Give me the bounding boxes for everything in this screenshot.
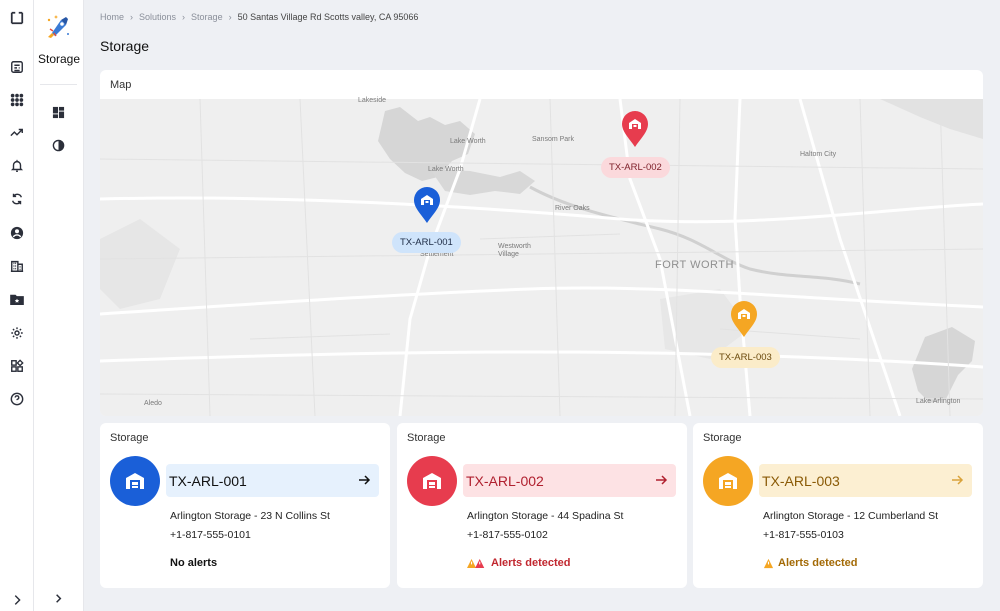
app-logo-icon[interactable] (9, 10, 25, 26)
map-label-sansom-park: Sansom Park (532, 136, 575, 143)
arrow-right-icon[interactable] (654, 473, 668, 487)
icon-rail (0, 0, 34, 611)
widgets-icon[interactable] (9, 358, 25, 374)
storage-card-address: Arlington Storage - 23 N Collins St (170, 510, 330, 522)
breadcrumb: Home › Solutions › Storage › 50 Santas V… (100, 12, 418, 22)
map-pin-label-tx-arl-003[interactable]: TX-ARL-003 (711, 347, 780, 368)
folder-star-icon[interactable] (9, 291, 25, 307)
storage-card-alert-text: No alerts (170, 557, 218, 569)
map-pin-tx-arl-001[interactable] (412, 186, 442, 224)
storage-card-code: TX-ARL-003 (762, 472, 840, 489)
breadcrumb-chevron-icon: › (130, 12, 134, 22)
storage-card-alert-status: Alerts detected (763, 557, 857, 569)
breadcrumb-chevron-icon: › (228, 12, 232, 22)
map-label-river-oaks: River Oaks (555, 205, 590, 212)
sidebar-divider (40, 84, 77, 85)
secondary-sidebar: Storage (34, 0, 84, 611)
storage-card-title-bar[interactable]: TX-ARL-003 (759, 464, 972, 497)
warehouse-icon (110, 456, 160, 506)
warehouse-pin-icon (622, 111, 648, 147)
storage-card-tx-arl-003[interactable]: Storage TX-ARL-003 Arlington Storage - 1… (693, 423, 983, 588)
layout-icon[interactable] (52, 106, 66, 120)
collapse-chevron-icon[interactable] (52, 592, 66, 606)
map-view[interactable]: Lakeside Lake Worth Lake Worth Sansom Pa… (100, 97, 983, 416)
map-pin-tx-arl-003[interactable] (729, 300, 759, 338)
map-pin-label-tx-arl-001[interactable]: TX-ARL-001 (392, 232, 461, 253)
map-label-lake-worth: Lake Worth (450, 138, 486, 145)
arrow-right-icon[interactable] (950, 473, 964, 487)
warehouse-icon (407, 456, 457, 506)
breadcrumb-storage[interactable]: Storage (191, 12, 223, 22)
storage-card-title-bar[interactable]: TX-ARL-002 (463, 464, 676, 497)
storage-card-header: Storage (407, 432, 446, 444)
map-label-haltom-city: Haltom City (800, 151, 837, 158)
storage-card-alert-text: Alerts detected (778, 557, 858, 569)
help-icon[interactable] (9, 391, 25, 407)
map-label-westworth-village: Westworth Village (498, 243, 531, 258)
storage-card-tx-arl-002[interactable]: Storage TX-ARL-002 Arlington Storage - 4… (397, 423, 687, 588)
contrast-icon[interactable] (52, 139, 66, 153)
map-pin-label-tx-arl-002[interactable]: TX-ARL-002 (601, 157, 670, 178)
storage-card-phone: +1-817-555-0103 (763, 529, 844, 541)
storage-card-header: Storage (110, 432, 149, 444)
storage-card-phone: +1-817-555-0101 (170, 529, 251, 541)
storage-card-code: TX-ARL-002 (466, 472, 544, 489)
breadcrumb-solutions[interactable]: Solutions (139, 12, 176, 22)
settings-gear-icon[interactable] (9, 325, 25, 341)
map-pin-tx-arl-002[interactable] (620, 110, 650, 148)
storage-card-header: Storage (703, 432, 742, 444)
sync-icon[interactable] (9, 191, 25, 207)
warehouse-pin-icon (731, 301, 757, 337)
main-content: Home › Solutions › Storage › 50 Santas V… (84, 0, 1000, 611)
warning-triangles-icon (467, 558, 485, 568)
storage-card-title-bar[interactable]: TX-ARL-001 (166, 464, 379, 497)
breadcrumb-chevron-icon: › (182, 12, 186, 22)
warehouse-pin-icon (414, 187, 440, 223)
warehouse-icon (703, 456, 753, 506)
trend-icon[interactable] (9, 125, 25, 141)
storage-card-code: TX-ARL-001 (169, 472, 247, 489)
map-card: Map Lakeside Lake Worth Lake Worth Sanso… (100, 70, 983, 416)
arrow-right-icon[interactable] (357, 473, 371, 487)
breadcrumb-current: 50 Santas Village Rd Scotts valley, CA 9… (237, 12, 419, 22)
map-label-lakeside: Lakeside (358, 97, 387, 104)
storage-module-logo-icon (43, 12, 73, 42)
map-label-lake-worth-small: Lake Worth (428, 166, 464, 173)
storage-card-alert-status: Alerts detected (467, 557, 570, 569)
expand-chevron-icon[interactable] (9, 592, 25, 608)
map-basemap (100, 99, 983, 416)
building-icon[interactable] (9, 258, 25, 274)
apps-grid-icon[interactable] (9, 92, 25, 108)
breadcrumb-home[interactable]: Home (100, 12, 124, 22)
map-label-lake-arlington: Lake Arlington (916, 398, 961, 405)
dashboard-icon[interactable] (9, 59, 25, 75)
storage-card-address: Arlington Storage - 44 Spadina St (467, 510, 624, 522)
page-title: Storage (100, 38, 150, 54)
storage-card-address: Arlington Storage - 12 Cumberland St (763, 510, 939, 522)
storage-card-tx-arl-001[interactable]: Storage TX-ARL-001 Arlington Storage - 2… (100, 423, 390, 588)
user-circle-icon[interactable] (9, 225, 25, 241)
storage-card-phone: +1-817-555-0102 (467, 529, 548, 541)
bell-alert-icon[interactable] (9, 158, 25, 174)
storage-card-alert-status: No alerts (170, 557, 217, 569)
sidebar-title: Storage (37, 52, 81, 66)
map-card-title: Map (110, 79, 132, 91)
map-label-aledo: Aledo (144, 400, 162, 407)
storage-card-alert-text: Alerts detected (491, 557, 571, 569)
map-label-fort-worth: FORT WORTH (655, 259, 734, 271)
warning-triangle-icon (763, 558, 774, 568)
